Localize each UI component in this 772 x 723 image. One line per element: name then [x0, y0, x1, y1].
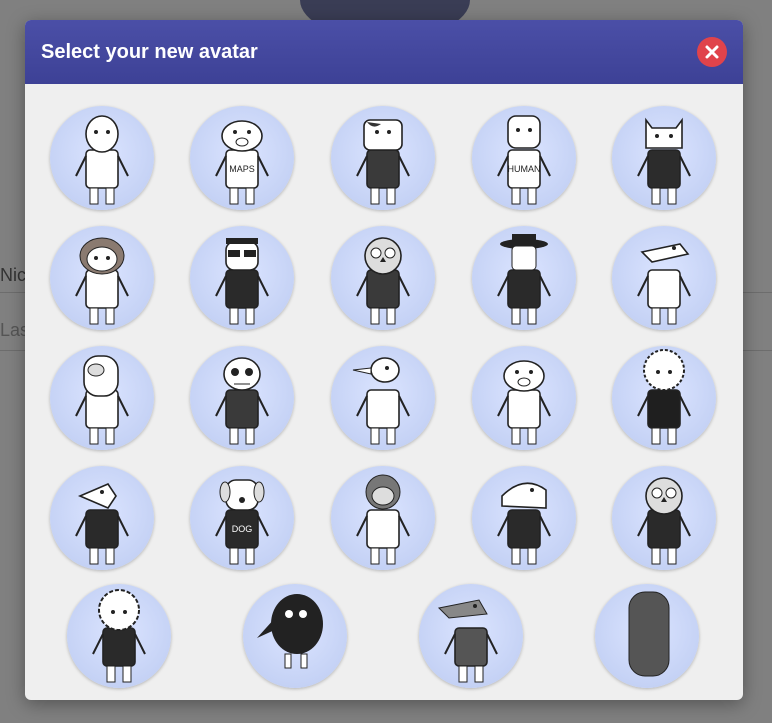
- avatar-monkey-hoodie[interactable]: [331, 466, 435, 570]
- avatar-mouse-dots[interactable]: [50, 466, 154, 570]
- avatar-sheep[interactable]: [67, 584, 171, 688]
- avatar-fish-sweater[interactable]: [472, 466, 576, 570]
- avatar-pig-maps[interactable]: MAPS: [190, 106, 294, 210]
- avatar-cow[interactable]: [331, 106, 435, 210]
- svg-text:MAPS: MAPS: [229, 164, 255, 174]
- close-button[interactable]: [697, 37, 727, 67]
- avatar-sunglasses[interactable]: [190, 226, 294, 330]
- avatar-cat-heart[interactable]: [612, 106, 716, 210]
- avatar-crow[interactable]: [243, 584, 347, 688]
- avatar-curly-xray[interactable]: [612, 346, 716, 450]
- avatar-owl[interactable]: [331, 226, 435, 330]
- avatar-crocodile[interactable]: [612, 226, 716, 330]
- avatar-modal: Select your new avatar MAPS HUMAN DOG: [25, 20, 743, 700]
- avatar-hat-suit[interactable]: [472, 226, 576, 330]
- avatar-fat-pig[interactable]: [472, 346, 576, 450]
- avatar-bird-scarf[interactable]: [331, 346, 435, 450]
- close-icon: [705, 45, 719, 59]
- avatar-wolf[interactable]: [419, 584, 523, 688]
- modal-title: Select your new avatar: [41, 40, 258, 63]
- avatar-checkered-blob[interactable]: [595, 584, 699, 688]
- avatar-girl-bob[interactable]: [50, 226, 154, 330]
- svg-text:DOG: DOG: [232, 524, 253, 534]
- avatar-human-tshirt[interactable]: HUMAN: [472, 106, 576, 210]
- avatar-bald-man[interactable]: [50, 106, 154, 210]
- nickname-label: Nic: [0, 265, 26, 285]
- svg-text:HUMAN: HUMAN: [508, 164, 541, 174]
- avatar-skull[interactable]: [190, 346, 294, 450]
- avatar-eyepatch[interactable]: [50, 346, 154, 450]
- modal-header: Select your new avatar: [25, 20, 743, 84]
- avatar-owl-zigzag[interactable]: [612, 466, 716, 570]
- avatar-dog[interactable]: DOG: [190, 466, 294, 570]
